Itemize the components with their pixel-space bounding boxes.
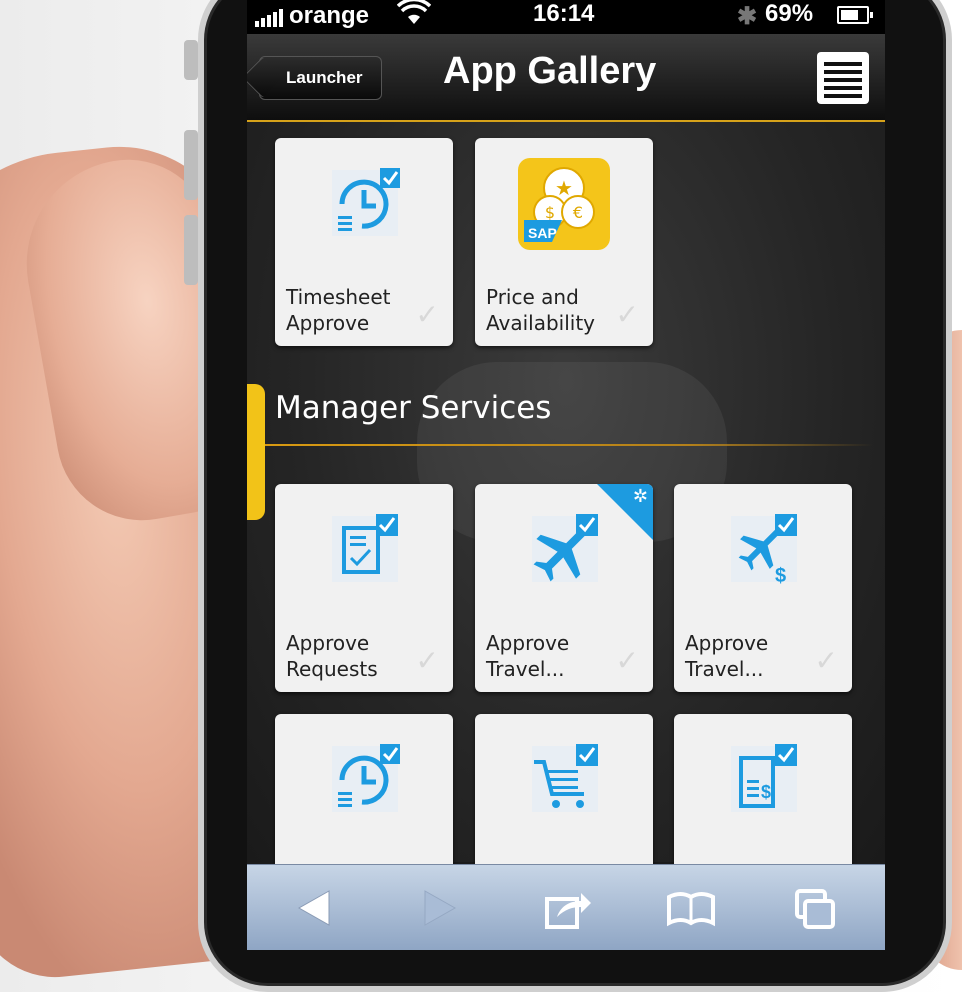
bookmarks-icon[interactable] <box>665 883 717 933</box>
battery-percent: 69% <box>765 0 814 27</box>
tabs-icon[interactable] <box>791 883 841 933</box>
check-icon: ✓ <box>615 645 639 676</box>
page-title: App Gallery <box>443 50 657 92</box>
app-gallery-content: Timesheet Approve ✓ ★ $ € SAP Price and Av… <box>247 122 885 922</box>
carrier-name: orange <box>289 2 370 29</box>
status-bar: orange 16:14 ✱ 69% <box>247 0 885 34</box>
svg-text:$: $ <box>761 782 771 802</box>
check-icon: ✓ <box>415 299 439 330</box>
timesheet-icon <box>324 160 404 244</box>
check-icon: ✓ <box>615 299 639 330</box>
section-indicator-tab[interactable] <box>247 384 265 520</box>
section-title: Manager Services <box>275 390 552 426</box>
new-badge-icon: ✲ <box>632 486 648 506</box>
tile-label: Approve Requests <box>286 631 378 681</box>
shopping-cart-icon <box>524 736 604 820</box>
tile-label: Price and Availability <box>486 285 596 335</box>
back-button-label: Launcher <box>286 68 363 87</box>
travel-expense-icon: $ <box>723 506 803 590</box>
mute-switch <box>184 40 198 80</box>
section-divider <box>265 444 873 446</box>
invoice-icon: $ <box>723 736 803 820</box>
timesheet-icon <box>324 736 404 820</box>
volume-down-button <box>184 215 198 285</box>
svg-text:SAP: SAP <box>528 225 557 241</box>
back-arrow-icon[interactable] <box>295 883 335 933</box>
clock: 16:14 <box>533 0 595 27</box>
forward-arrow-icon[interactable] <box>419 883 459 933</box>
phone-screen: orange 16:14 ✱ 69% Launcher App Gallery <box>247 0 885 950</box>
share-icon[interactable] <box>543 883 593 933</box>
wifi-icon <box>396 0 432 33</box>
tile-approve-travel-requests[interactable]: ✲ Approve Travel... ✓ <box>475 484 653 692</box>
tile-label: Approve Travel... <box>685 631 769 681</box>
signal-icon <box>255 6 287 34</box>
svg-text:$: $ <box>545 203 555 222</box>
tile-price-availability[interactable]: ★ $ € SAP Price and Availability ✓ <box>475 138 653 346</box>
browser-toolbar <box>247 864 885 950</box>
svg-text:$: $ <box>775 565 786 587</box>
tile-label: Approve Travel... <box>486 631 570 681</box>
check-icon: ✓ <box>415 645 439 676</box>
tile-approve-travel-expenses[interactable]: $ Approve Travel... ✓ <box>674 484 852 692</box>
travel-approve-icon <box>524 506 604 590</box>
navigation-bar: Launcher App Gallery <box>247 34 885 122</box>
svg-text:€: € <box>573 203 583 222</box>
check-icon: ✓ <box>814 645 838 676</box>
approve-requests-icon <box>324 506 404 590</box>
sap-price-icon: ★ $ € SAP <box>518 158 610 250</box>
launcher-back-button[interactable]: Launcher <box>259 56 382 100</box>
menu-list-icon[interactable] <box>817 52 869 104</box>
tile-approve-requests[interactable]: Approve Requests ✓ <box>275 484 453 692</box>
volume-up-button <box>184 130 198 200</box>
tile-label: Timesheet Approve <box>286 285 391 335</box>
battery-icon <box>837 6 873 24</box>
svg-text:★: ★ <box>555 176 573 200</box>
tile-timesheet-approve[interactable]: Timesheet Approve ✓ <box>275 138 453 346</box>
bluetooth-icon: ✱ <box>737 3 758 30</box>
